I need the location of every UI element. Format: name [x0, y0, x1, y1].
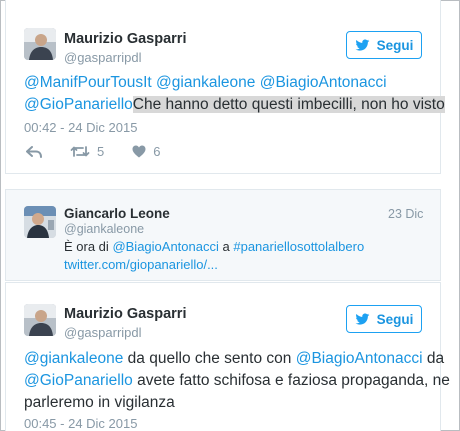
tweet-text-line: @giankaleone da quello che sento con @Bi…: [24, 348, 444, 370]
author-name[interactable]: Maurizio Gasparri: [64, 31, 186, 47]
author-handle[interactable]: @gasparripdl: [64, 325, 142, 340]
screenshot-frame: Maurizio Gasparri @gasparripdl Segui @Ma…: [0, 0, 460, 431]
mention-link[interactable]: @BiagioAntonacci: [112, 239, 218, 254]
tweet-actions: 5 6: [26, 144, 188, 159]
follow-label: Segui: [376, 311, 414, 327]
tweet-text-line: twitter.com/giopanariello/...: [64, 256, 218, 274]
mention-link[interactable]: @BiagioAntonacci: [260, 74, 387, 91]
tweet-card: Giancarlo Leone @giankaleone 23 Dic È or…: [5, 189, 441, 281]
tweet-text-line: @GioPanarielloChe hanno detto questi imb…: [24, 94, 445, 116]
author-name[interactable]: Giancarlo Leone: [64, 206, 170, 221]
tweet-text: È ora di: [64, 239, 109, 254]
author-name[interactable]: Maurizio Gasparri: [64, 306, 186, 322]
author-handle[interactable]: @gasparripdl: [64, 50, 142, 65]
follow-button[interactable]: Segui: [346, 305, 422, 333]
url-link[interactable]: twitter.com/giopanariello/...: [64, 257, 218, 272]
tweet-text: a: [222, 239, 230, 254]
author-handle[interactable]: @giankaleone: [64, 222, 144, 236]
tweet-text-line: @GioPanariello avete fatto schifosa e fa…: [24, 370, 450, 392]
mention-link[interactable]: @ManifPourTousIt: [24, 74, 152, 91]
like-count: 6: [153, 144, 161, 159]
retweet-count: 5: [97, 144, 105, 159]
tweet-date[interactable]: 23 Dic: [388, 207, 423, 221]
mention-link[interactable]: @GioPanariello: [24, 372, 133, 389]
avatar[interactable]: [24, 28, 56, 60]
follow-label: Segui: [376, 37, 414, 53]
mention-link[interactable]: @BiagioAntonacci: [296, 350, 423, 367]
reply-icon: [26, 145, 42, 158]
tweet-text: da quello che sento con: [127, 350, 292, 367]
tweet-timestamp[interactable]: 00:42 - 24 Dic 2015: [24, 120, 137, 135]
heart-icon: [132, 145, 146, 158]
follow-button[interactable]: Segui: [346, 31, 422, 59]
mention-link[interactable]: @GioPanariello: [24, 96, 133, 113]
avatar[interactable]: [24, 304, 56, 336]
tweet-card: Maurizio Gasparri @gasparripdl Segui @Ma…: [5, 0, 445, 174]
like-button[interactable]: 6: [132, 144, 160, 159]
retweet-icon: [70, 146, 90, 157]
reply-button[interactable]: [26, 145, 42, 158]
tweet-text: da: [426, 350, 445, 367]
tweet-card: Maurizio Gasparri @gasparripdl Segui @gi…: [5, 282, 450, 431]
twitter-bird-icon: [355, 39, 369, 51]
twitter-bird-icon: [355, 313, 369, 325]
highlighted-text: Che hanno detto questi imbecilli, non ho…: [132, 96, 445, 113]
avatar[interactable]: [24, 206, 56, 238]
retweet-button[interactable]: 5: [70, 144, 104, 159]
mention-link[interactable]: @giankaleone: [24, 350, 123, 367]
mention-link[interactable]: @giankaleone: [156, 74, 255, 91]
hashtag-link[interactable]: #panariellosottolalbero: [233, 239, 364, 254]
tweet-text-line: È ora di @BiagioAntonacci a #panariellos…: [64, 238, 364, 256]
tweet-text: avete fatto schifosa e faziosa propagand…: [137, 372, 450, 389]
tweet-timestamp[interactable]: 00:45 - 24 Dic 2015: [24, 416, 137, 431]
tweet-text-line: parleremo in vigilanza: [24, 394, 175, 411]
tweet-text-line: @ManifPourTousIt @giankaleone @BiagioAnt…: [24, 72, 387, 94]
